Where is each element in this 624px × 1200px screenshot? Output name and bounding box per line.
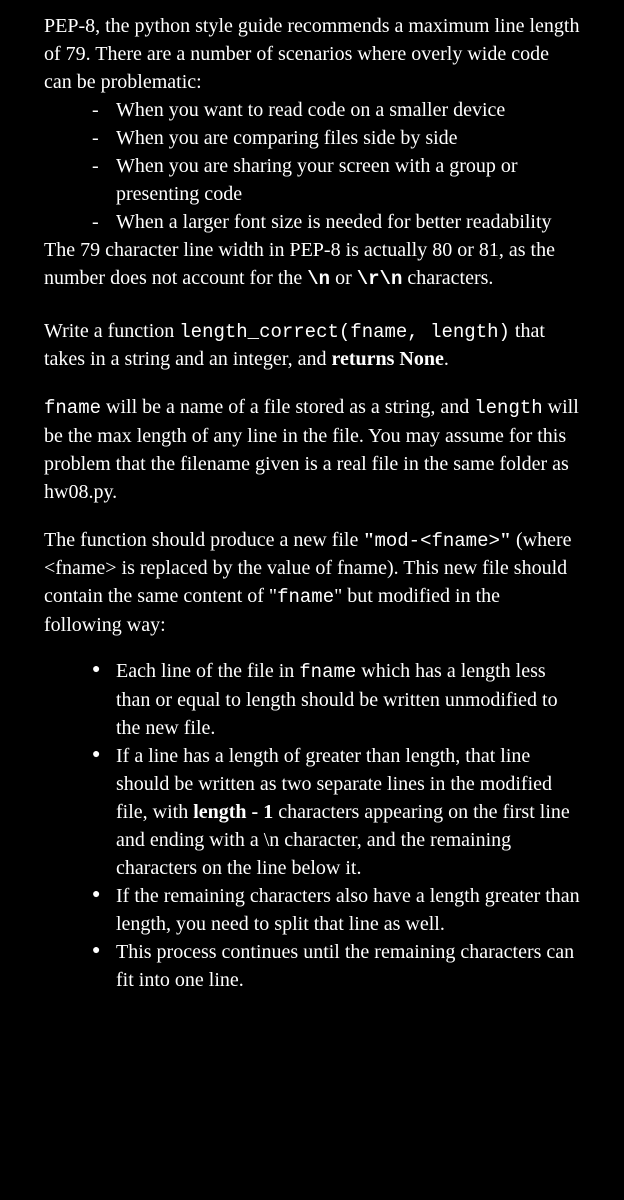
quote: ": [500, 529, 511, 551]
list-item: This process continues until the remaini…: [92, 938, 580, 994]
text: will be a name of a file stored as a str…: [101, 396, 474, 418]
returns-none: returns None: [331, 348, 443, 370]
list-item: If a line has a length of greater than l…: [92, 742, 580, 882]
list-item: Each line of the file in fname which has…: [92, 657, 580, 742]
code-mod-fname: mod-<fname>: [374, 530, 499, 552]
length-minus-one: length - 1: [193, 801, 273, 823]
code-function-signature: length_correct(fname, length): [179, 321, 510, 343]
quote: ": [363, 529, 374, 551]
code-fname-quoted: fname: [277, 586, 334, 608]
text: Write a function: [44, 320, 179, 342]
list-item: When you are sharing your screen with a …: [92, 152, 580, 208]
text: or: [330, 267, 357, 289]
output-description: The function should produce a new file "…: [44, 526, 580, 639]
code-fname-inline: fname: [299, 661, 356, 683]
code-newline: \n: [307, 268, 330, 290]
params-description: fname will be a name of a file stored as…: [44, 393, 580, 506]
rules-list: Each line of the file in fname which has…: [44, 657, 580, 994]
list-item: When you are comparing files side by sid…: [92, 124, 580, 152]
scenarios-list: When you want to read code on a smaller …: [44, 96, 580, 236]
list-item: When a larger font size is needed for be…: [92, 208, 580, 236]
list-item: When you want to read code on a smaller …: [92, 96, 580, 124]
code-crlf: \r\n: [357, 268, 403, 290]
code-fname: fname: [44, 397, 101, 419]
intro-paragraph: PEP-8, the python style guide recommends…: [44, 12, 580, 96]
text: .: [444, 348, 449, 370]
code-length: length: [474, 397, 542, 419]
list-item: If the remaining characters also have a …: [92, 882, 580, 938]
line-width-note: The 79 character line width in PEP-8 is …: [44, 236, 580, 293]
text: The function should produce a new file: [44, 529, 363, 551]
text: Each line of the file in: [116, 660, 299, 682]
text: characters.: [402, 267, 493, 289]
function-spec: Write a function length_correct(fname, l…: [44, 317, 580, 374]
